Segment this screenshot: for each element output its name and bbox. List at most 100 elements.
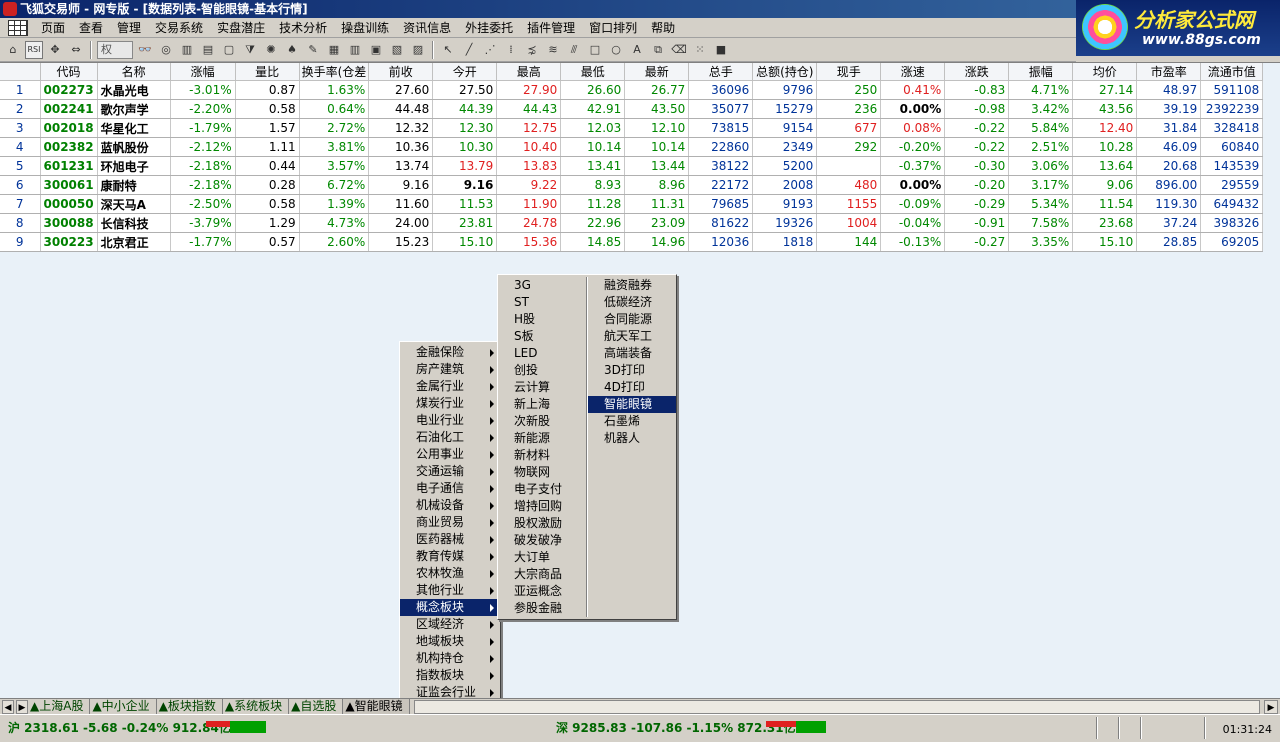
text-tool-icon[interactable]: A xyxy=(628,41,646,59)
concept-menu-item[interactable]: H股 xyxy=(498,311,586,328)
col-header-pe[interactable]: 市盈率 xyxy=(1136,63,1202,81)
table-row[interactable]: 1 002273 水晶光电 -3.01% 0.87 1.63% 27.60 27.50 27.9… xyxy=(0,80,1264,100)
sector-menu-item[interactable]: 机械设备 xyxy=(400,497,500,514)
sector-menu-item[interactable]: 概念板块 xyxy=(400,599,500,616)
dotted-grid-icon[interactable]: ⁙ xyxy=(691,41,709,59)
pointer-icon[interactable]: ↖ xyxy=(439,41,457,59)
chart-icon[interactable]: ▥ xyxy=(178,41,196,59)
menu-window-arrange[interactable]: 窗口排列 xyxy=(582,18,644,38)
line-tool-icon[interactable]: ╱ xyxy=(460,41,478,59)
table-row[interactable]: 3 002018 华星化工 -1.79% 1.57 2.72% 12.32 12.30 12.7… xyxy=(0,118,1264,138)
concept-menu-item[interactable]: 低碳经济 xyxy=(588,294,676,311)
tab-sme[interactable]: ▲中小企业 xyxy=(90,699,157,714)
col-header-speed[interactable]: 涨速 xyxy=(880,63,946,81)
concept-menu-item[interactable]: ST xyxy=(498,294,586,311)
concept-menu-item[interactable]: 4D打印 xyxy=(588,379,676,396)
menu-live[interactable]: 实盘潜庄 xyxy=(210,18,272,38)
concept-menu-item[interactable]: 大宗商品 xyxy=(498,566,586,583)
table-row[interactable]: 6 300061 康耐特 -2.18% 0.28 6.72% 9.16 9.16 9.22 8.9… xyxy=(0,175,1264,195)
concept-menu-item[interactable]: 新材料 xyxy=(498,447,586,464)
menu-external-order[interactable]: 外挂委托 xyxy=(458,18,520,38)
col-header-current-volume[interactable]: 现手 xyxy=(816,63,882,81)
sector-menu-item[interactable]: 区域经济 xyxy=(400,616,500,633)
sector-menu-item[interactable]: 教育传媒 xyxy=(400,548,500,565)
sector-menu-item[interactable]: 电业行业 xyxy=(400,412,500,429)
grid-view-icon[interactable]: ▦ xyxy=(325,41,343,59)
tab-sector-index[interactable]: ▲板块指数 xyxy=(157,699,223,714)
vertical-lines-icon[interactable]: ⁞ xyxy=(502,41,520,59)
col-header-last[interactable]: 最新 xyxy=(624,63,690,81)
menu-news[interactable]: 资讯信息 xyxy=(396,18,458,38)
image-icon[interactable]: ▨ xyxy=(409,41,427,59)
concept-menu-item[interactable]: 参股金融 xyxy=(498,600,586,617)
sector-menu-item[interactable]: 石油化工 xyxy=(400,429,500,446)
table-row[interactable]: 8 300088 长信科技 -3.79% 1.29 4.73% 24.00 23.81 24.7… xyxy=(0,213,1264,233)
concept-menu-item[interactable]: 新能源 xyxy=(498,430,586,447)
resize-icon[interactable]: ⇔ xyxy=(67,41,85,59)
concept-menu-item[interactable]: 合同能源 xyxy=(588,311,676,328)
concept-menu-item[interactable]: 融资融券 xyxy=(588,277,676,294)
col-header-amount[interactable]: 总额(持仓) xyxy=(752,63,818,81)
sector-menu-item[interactable]: 交通运输 xyxy=(400,463,500,480)
table-row[interactable]: 9 300223 北京君正 -1.77% 0.57 2.60% 15.23 15.10 15.3… xyxy=(0,232,1264,252)
sector-menu-item[interactable]: 金属行业 xyxy=(400,378,500,395)
sector-menu-item[interactable]: 农林牧渔 xyxy=(400,565,500,582)
concept-menu-item[interactable]: 电子支付 xyxy=(498,481,586,498)
concept-menu-item[interactable]: 智能眼镜 xyxy=(588,396,676,413)
col-header-open[interactable]: 今开 xyxy=(432,63,498,81)
sector-menu-item[interactable]: 煤炭行业 xyxy=(400,395,500,412)
col-header-prev-close[interactable]: 前收 xyxy=(368,63,434,81)
concept-menu-item[interactable]: 创投 xyxy=(498,362,586,379)
sector-menu-item[interactable]: 公用事业 xyxy=(400,446,500,463)
table-row[interactable]: 7 000050 深天马A -2.50% 0.58 1.39% 11.60 11.53 11.9… xyxy=(0,194,1264,214)
concept-menu-item[interactable]: 航天军工 xyxy=(588,328,676,345)
tab-shanghai-a[interactable]: ▲上海A股 xyxy=(28,699,91,714)
menu-help[interactable]: 帮助 xyxy=(644,18,682,38)
col-header-volume-ratio[interactable]: 量比 xyxy=(235,63,300,81)
tab-system-sector[interactable]: ▲系统板块 xyxy=(223,699,290,714)
col-header-change-pct[interactable]: 涨幅 xyxy=(170,63,236,81)
parallel-lines-icon[interactable]: ≋ xyxy=(544,41,562,59)
book-icon[interactable]: ▢ xyxy=(220,41,238,59)
tab-watchlist[interactable]: ▲自选股 xyxy=(289,699,344,714)
concept-menu-item[interactable]: 大订单 xyxy=(498,549,586,566)
col-header-change[interactable]: 涨跌 xyxy=(944,63,1010,81)
bell-icon[interactable]: ♠ xyxy=(283,41,301,59)
col-header-high[interactable]: 最高 xyxy=(496,63,562,81)
concept-menu-item[interactable]: 高端装备 xyxy=(588,345,676,362)
fan-lines-icon[interactable]: ⋨ xyxy=(523,41,541,59)
sector-menu-item[interactable]: 其他行业 xyxy=(400,582,500,599)
concept-menu-item[interactable]: 破发破净 xyxy=(498,532,586,549)
sector-menu-item[interactable]: 房产建筑 xyxy=(400,361,500,378)
menu-page[interactable]: 页面 xyxy=(34,18,72,38)
circle-icon[interactable]: ○ xyxy=(607,41,625,59)
col-header-name[interactable]: 名称 xyxy=(97,63,171,81)
tab-scroll-left-icon[interactable]: ◀ xyxy=(2,699,14,714)
menu-view[interactable]: 查看 xyxy=(72,18,110,38)
concept-menu-item[interactable]: 3G xyxy=(498,277,586,294)
rectangle-icon[interactable]: □ xyxy=(586,41,604,59)
sector-menu-item[interactable]: 地域板块 xyxy=(400,633,500,650)
concept-menu-item[interactable]: 亚运概念 xyxy=(498,583,586,600)
menu-technical-analysis[interactable]: 技术分析 xyxy=(272,18,334,38)
copy-icon[interactable]: ⧉ xyxy=(649,41,667,59)
tab-smart-glasses[interactable]: ▲智能眼镜 xyxy=(343,699,410,714)
concept-menu-item[interactable]: 石墨烯 xyxy=(588,413,676,430)
sector-menu-item[interactable]: 机构持仓 xyxy=(400,650,500,667)
channel-icon[interactable]: ⫻ xyxy=(565,41,583,59)
concept-menu-item[interactable]: 3D打印 xyxy=(588,362,676,379)
filter-icon[interactable]: ⧩ xyxy=(241,41,259,59)
scroll-right-arrow-icon[interactable]: ▶ xyxy=(1264,699,1278,714)
table-row[interactable]: 4 002382 蓝帆股份 -2.12% 1.11 3.81% 10.36 10.30 10.4… xyxy=(0,137,1264,157)
concept-menu-item[interactable]: 增持回购 xyxy=(498,498,586,515)
picture-icon[interactable]: ▧ xyxy=(388,41,406,59)
menu-training[interactable]: 操盘训练 xyxy=(334,18,396,38)
binoculars-icon[interactable]: 👓 xyxy=(136,41,154,59)
multi-line-icon[interactable]: ⋰ xyxy=(481,41,499,59)
col-header-index[interactable] xyxy=(0,63,41,81)
concept-menu-item[interactable]: 股权激励 xyxy=(498,515,586,532)
concept-menu-item[interactable]: S板 xyxy=(498,328,586,345)
sector-menu-item[interactable]: 电子通信 xyxy=(400,480,500,497)
tab-scroll-right-icon[interactable]: ▶ xyxy=(16,699,28,714)
move-icon[interactable]: ✥ xyxy=(46,41,64,59)
